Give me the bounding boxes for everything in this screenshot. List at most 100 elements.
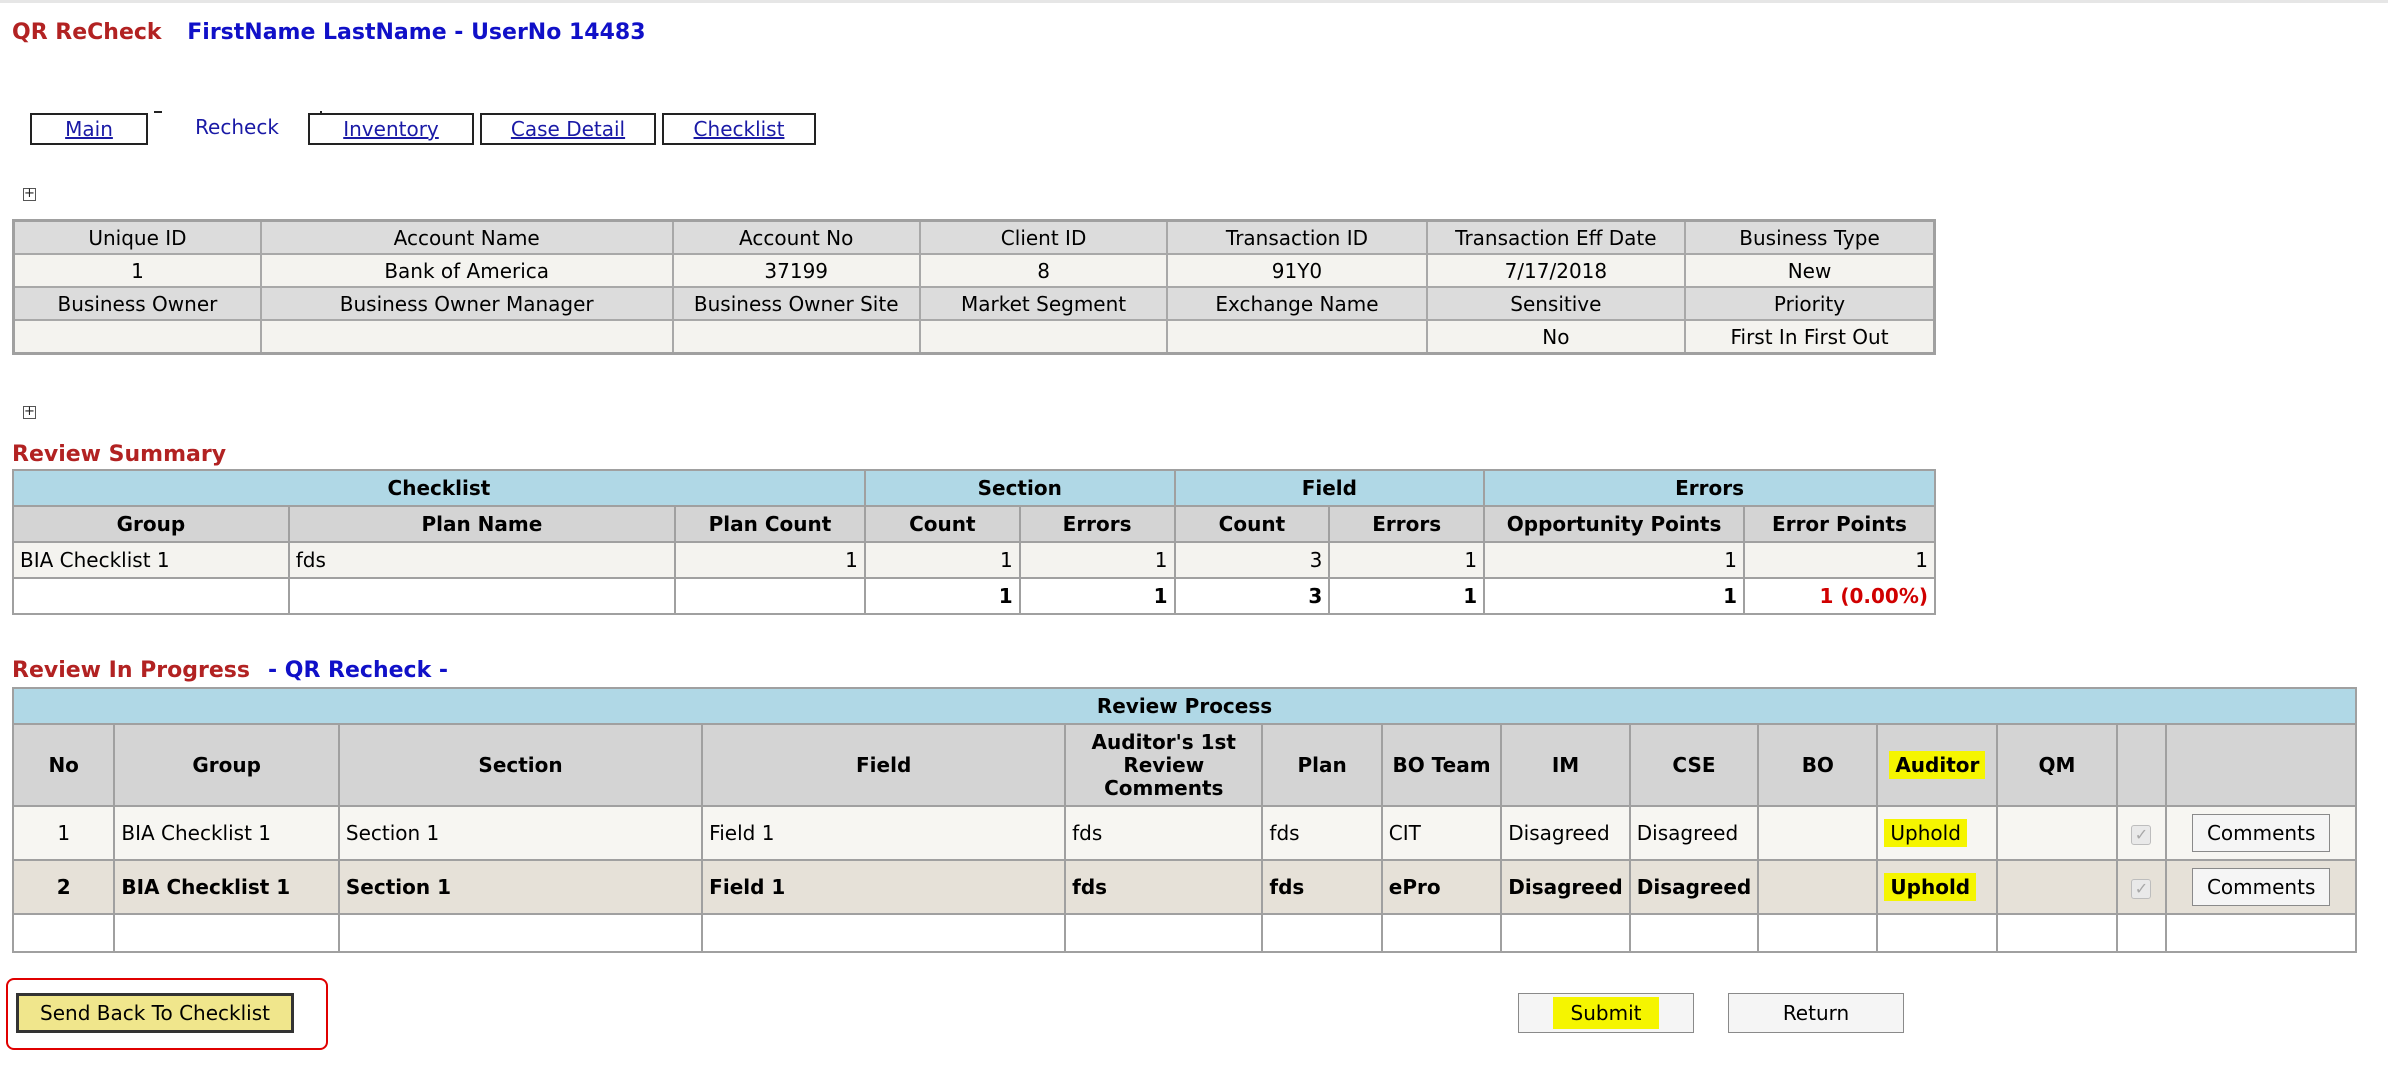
cell-qm (1996, 859, 2118, 915)
column-header: Group (12, 505, 290, 543)
info-value (918, 319, 1169, 355)
total-cell: 1 (1018, 577, 1176, 615)
column-header: Opportunity Points (1483, 505, 1746, 543)
review-in-progress-subtitle: - QR Recheck - (267, 658, 448, 683)
column-header: Plan (1261, 723, 1383, 807)
empty-row (11, 913, 2357, 953)
cell-field-count: 3 (1173, 541, 1331, 579)
cell-comments: fds (1064, 805, 1264, 861)
cell-im: Disagreed (1500, 859, 1631, 915)
column-header: Error Points (1743, 505, 1936, 543)
info-header: Exchange Name (1166, 286, 1428, 321)
info-header: Transaction ID (1166, 219, 1428, 255)
cell-section-errors: 1 (1018, 541, 1176, 579)
user-info: FirstName LastName - UserNo 14483 (187, 20, 646, 45)
column-header: IM (1500, 723, 1631, 807)
tab-recheck[interactable]: Recheck (154, 111, 322, 145)
tab-checklist[interactable]: Checklist (662, 113, 816, 145)
tab-inventory[interactable]: Inventory (308, 113, 474, 145)
column-header-auditor: Auditor (1876, 723, 1999, 807)
column-header: Errors (1018, 505, 1176, 543)
total-cell: 1 (863, 577, 1021, 615)
cell-opportunity-points: 1 (1483, 541, 1746, 579)
cell-bo (1757, 805, 1879, 861)
app-title: QR ReCheck (12, 20, 162, 45)
page-header: QR ReCheck FirstName LastName - UserNo 1… (12, 20, 646, 45)
expand-toggle-icon[interactable]: + (23, 187, 36, 201)
table-row: 1 BIA Checklist 1 Section 1 Field 1 fds … (11, 805, 2357, 861)
column-header: No (11, 723, 116, 807)
cell-error-points: 1 (1743, 541, 1936, 579)
info-value: 8 (918, 253, 1169, 288)
return-button[interactable]: Return (1728, 993, 1904, 1033)
info-header: Unique ID (12, 219, 262, 255)
send-back-to-checklist-button[interactable]: Send Back To Checklist (16, 993, 294, 1033)
cell-bo (1757, 859, 1879, 915)
cell-section-count: 1 (863, 541, 1021, 579)
info-header: Business Owner Manager (259, 286, 674, 321)
review-summary-title: Review Summary (12, 442, 227, 467)
totals-row: 1 1 3 1 1 1 (0.00%) (12, 577, 1936, 615)
column-header: BO (1757, 723, 1879, 807)
info-header: Business Owner Site (671, 286, 921, 321)
expand-toggle-icon[interactable]: + (23, 405, 36, 419)
total-cell: 1 (1483, 577, 1746, 615)
column-header: Plan Count (674, 505, 866, 543)
info-value: 1 (12, 253, 262, 288)
table-row: 2 BIA Checklist 1 Section 1 Field 1 fds … (11, 859, 2357, 915)
cell-bo-team: CIT (1380, 805, 1503, 861)
cell-plan: fds (1261, 859, 1383, 915)
tab-main[interactable]: Main (30, 113, 148, 145)
column-header: Section (337, 723, 704, 807)
column-header: QM (1996, 723, 2118, 807)
info-value (12, 319, 262, 355)
cell-group: BIA Checklist 1 (113, 805, 340, 861)
cell-section: Section 1 (337, 859, 704, 915)
total-cell (287, 577, 677, 615)
column-header: Auditor's 1st Review Comments (1064, 723, 1264, 807)
cell-comments: fds (1064, 859, 1264, 915)
column-header: Group (113, 723, 340, 807)
cell-bo-team: ePro (1380, 859, 1503, 915)
cell-no: 2 (11, 859, 116, 915)
case-info-table: Unique ID Account Name Account No Client… (12, 219, 1936, 355)
review-process-header: Review Process (12, 687, 2357, 725)
info-value (671, 319, 921, 355)
info-value: Bank of America (259, 253, 674, 288)
review-in-progress-title: Review In Progress - QR Recheck - (12, 658, 448, 683)
cell-field: Field 1 (701, 859, 1067, 915)
cell-plan: fds (1261, 805, 1383, 861)
column-header: CSE (1628, 723, 1760, 807)
total-error-points: 1 (0.00%) (1743, 577, 1936, 615)
column-header: Count (863, 505, 1021, 543)
column-header: Field (701, 723, 1067, 807)
info-header: Transaction Eff Date (1425, 219, 1687, 255)
cell-cse: Disagreed (1628, 805, 1760, 861)
tab-case-detail[interactable]: Case Detail (480, 113, 656, 145)
review-summary-table: Checklist Section Field Errors Group Pla… (12, 469, 1936, 615)
info-value: 91Y0 (1166, 253, 1428, 288)
info-value: New (1684, 253, 1936, 288)
group-header-field: Field (1173, 469, 1486, 507)
cell-field: Field 1 (701, 805, 1067, 861)
top-border (0, 0, 2388, 3)
submit-button[interactable]: Submit (1518, 993, 1694, 1033)
total-cell: 1 (1328, 577, 1486, 615)
cell-group: BIA Checklist 1 (113, 859, 340, 915)
cell-plan-name: fds (287, 541, 677, 579)
disabled-checkbox: ✓ (2131, 879, 2152, 899)
comments-button[interactable]: Comments (2192, 814, 2331, 852)
info-value (1166, 319, 1428, 355)
info-header: Market Segment (918, 286, 1169, 321)
total-cell (12, 577, 290, 615)
column-header: Plan Name (287, 505, 677, 543)
cell-action: Comments (2165, 859, 2357, 915)
column-header: BO Team (1380, 723, 1503, 807)
group-header-errors: Errors (1483, 469, 1936, 507)
cell-cse: Disagreed (1628, 859, 1760, 915)
cell-auditor: Uphold (1876, 805, 1999, 861)
comments-button[interactable]: Comments (2192, 868, 2331, 906)
table-row: BIA Checklist 1 fds 1 1 1 3 1 1 1 (12, 541, 1936, 579)
cell-auditor: Uphold (1876, 859, 1999, 915)
column-header (2115, 723, 2168, 807)
